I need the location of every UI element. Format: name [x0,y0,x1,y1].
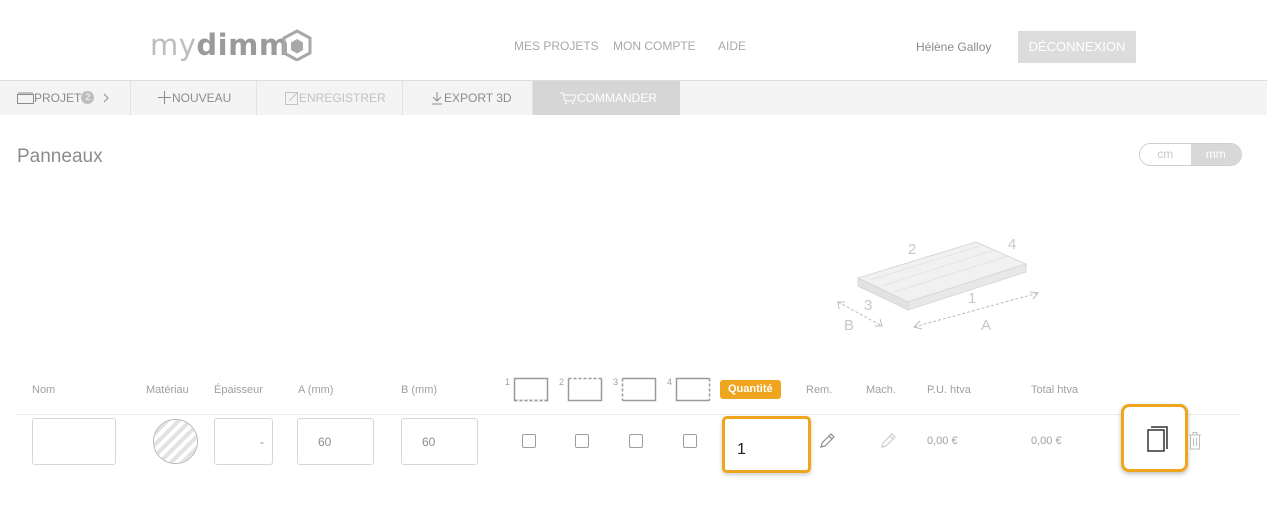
unit-price-value: 0,00 € [927,435,958,447]
edge-4-icon [675,377,711,402]
cube-logo-icon [282,29,312,61]
export-label: EXPORT 3D [444,91,512,105]
edge-4-checkbox[interactable] [683,434,697,448]
new-label: NOUVEAU [172,91,232,105]
col-edge-4-number: 4 [667,377,673,387]
dimension-a-input[interactable] [297,418,374,465]
unit-mm-option[interactable]: mm [1190,144,1241,165]
download-icon [432,91,442,105]
save-button[interactable]: ENREGISTRER [257,81,403,115]
nav-help[interactable]: AIDE [718,39,746,53]
brand-logo[interactable]: mydimm [150,28,290,62]
col-name-header: Nom [32,384,56,396]
project-label: PROJET [34,91,82,105]
duplicate-button[interactable] [1121,404,1188,472]
edge-3-checkbox[interactable] [629,434,643,448]
col-quantity-header: Quantité [720,380,781,399]
unit-toggle[interactable]: cm mm [1139,143,1242,166]
col-total-header: Total htva [1031,384,1079,396]
logo-text-light: my [150,28,197,62]
col-edge-1-number: 1 [505,377,511,387]
nav-my-account[interactable]: MON COMPTE [613,39,696,53]
logo-text-bold: dimm [196,28,290,62]
duplicate-icon [1147,426,1168,452]
top-header: mydimm MES PROJETS MON COMPTE AIDE Hélèn… [0,0,1267,80]
edge-2-checkbox[interactable] [575,434,589,448]
striped-material-icon [154,420,197,463]
col-material-header: Matériau [146,384,189,396]
unit-cm-option[interactable]: cm [1140,144,1191,165]
diagram-dim-b-label: B [844,317,854,334]
edge-1-checkbox[interactable] [522,434,536,448]
panel-name-input[interactable] [32,418,116,465]
plus-icon [158,91,171,105]
panel-edges-diagram: 1 2 3 4 A B [837,236,1039,334]
col-unit-price-header: P.U. htva [927,384,971,396]
edit-document-icon [285,91,299,105]
save-label: ENREGISTRER [299,91,386,105]
total-price-value: 0,00 € [1031,435,1062,447]
col-edge-3-number: 3 [613,377,619,387]
project-toolbar: PROJET 2 NOUVEAU ENREGISTRER EXPORT 3D CO… [0,80,1267,115]
col-mach-header: Mach. [866,384,896,396]
page-title: Panneaux [17,146,103,167]
remark-pencil-icon[interactable] [818,432,836,450]
col-b-header: B (mm) [401,384,438,396]
nav-my-projects[interactable]: MES PROJETS [514,39,599,53]
diagram-edge-2-label: 2 [908,241,916,258]
folder-icon [17,92,34,104]
logout-button[interactable]: DÉCONNEXION [1018,31,1136,63]
cart-icon [560,92,577,105]
edge-2-icon [567,377,603,402]
col-edge-2-number: 2 [559,377,565,387]
order-button[interactable]: COMMANDER [533,81,680,115]
export-3d-button[interactable]: EXPORT 3D [403,81,533,115]
col-thickness-header: Épaisseur [214,384,263,396]
dimension-b-input[interactable] [401,418,478,465]
diagram-edge-4-label: 4 [1008,236,1016,253]
user-name: Hélène Galloy [916,40,992,54]
col-a-header: A (mm) [298,384,334,396]
edge-1-icon [513,377,549,402]
material-swatch[interactable] [153,419,198,464]
order-label: COMMANDER [577,91,657,105]
machining-pencil-icon[interactable] [879,432,897,450]
diagram-dim-a-label: A [981,317,991,334]
thickness-select[interactable] [214,418,273,465]
diagram-edge-1-label: 1 [968,290,976,307]
trash-icon[interactable] [1187,431,1203,451]
chevron-right-icon [103,93,109,103]
col-rem-header: Rem. [806,384,833,396]
diagram-edge-3-label: 3 [864,297,872,314]
table-header-divider [17,414,1241,415]
new-button[interactable]: NOUVEAU [131,81,257,115]
project-menu[interactable]: PROJET 2 [0,81,131,115]
project-count-badge: 2 [81,91,95,105]
edge-3-icon [621,377,657,402]
quantity-input[interactable] [722,416,811,473]
